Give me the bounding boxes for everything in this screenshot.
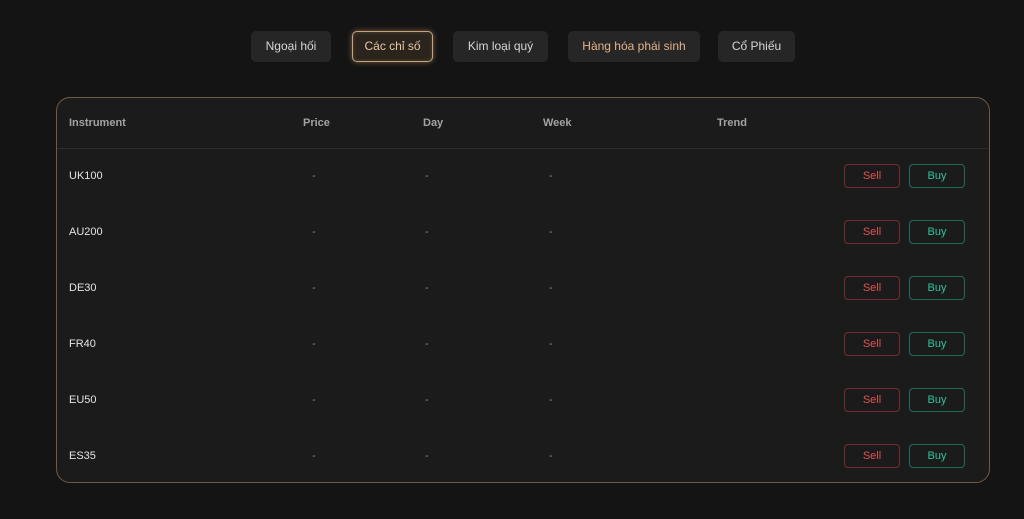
tab-hang-hoa-phai-sinh[interactable]: Hàng hóa phái sinh	[568, 31, 700, 62]
day-value: -	[425, 394, 429, 406]
table-row: FR40 - - - Sell Buy	[57, 316, 989, 372]
buy-button[interactable]: Buy	[909, 388, 965, 412]
price-value: -	[312, 450, 316, 462]
buy-button[interactable]: Buy	[909, 444, 965, 468]
instrument-name: UK100	[69, 170, 103, 182]
week-value: -	[549, 170, 553, 182]
category-tabs: Ngoại hối Các chỉ số Kim loại quý Hàng h…	[0, 31, 1024, 62]
day-value: -	[425, 282, 429, 294]
price-value: -	[312, 338, 316, 350]
week-value: -	[549, 226, 553, 238]
week-value: -	[549, 282, 553, 294]
header-day: Day	[423, 117, 444, 129]
instrument-name: ES35	[69, 450, 96, 462]
header-price: Price	[303, 117, 330, 129]
header-instrument: Instrument	[69, 117, 126, 129]
table-row: AU200 - - - Sell Buy	[57, 204, 989, 260]
buy-button[interactable]: Buy	[909, 220, 965, 244]
table-row: EU50 - - - Sell Buy	[57, 372, 989, 428]
table-row: UK100 - - - Sell Buy	[57, 148, 989, 204]
buy-button[interactable]: Buy	[909, 332, 965, 356]
tab-kim-loai-quy[interactable]: Kim loại quý	[453, 31, 548, 62]
instrument-name: DE30	[69, 282, 97, 294]
price-value: -	[312, 170, 316, 182]
sell-button[interactable]: Sell	[844, 164, 900, 188]
week-value: -	[549, 338, 553, 350]
day-value: -	[425, 450, 429, 462]
table-row: ES35 - - - Sell Buy	[57, 428, 989, 482]
sell-button[interactable]: Sell	[844, 220, 900, 244]
instrument-name: EU50	[69, 394, 97, 406]
buy-button[interactable]: Buy	[909, 276, 965, 300]
instrument-name: AU200	[69, 226, 103, 238]
sell-button[interactable]: Sell	[844, 276, 900, 300]
instrument-name: FR40	[69, 338, 96, 350]
tab-ngoai-hoi[interactable]: Ngoại hối	[251, 31, 331, 62]
sell-button[interactable]: Sell	[844, 332, 900, 356]
day-value: -	[425, 338, 429, 350]
tab-co-phieu[interactable]: Cổ Phiếu	[718, 31, 795, 62]
week-value: -	[549, 394, 553, 406]
table-header: Instrument Price Day Week Trend	[57, 98, 989, 149]
buy-button[interactable]: Buy	[909, 164, 965, 188]
day-value: -	[425, 170, 429, 182]
week-value: -	[549, 450, 553, 462]
header-trend: Trend	[717, 117, 747, 129]
header-week: Week	[543, 117, 572, 129]
day-value: -	[425, 226, 429, 238]
instruments-table: Instrument Price Day Week Trend UK100 - …	[56, 97, 990, 483]
table-row: DE30 - - - Sell Buy	[57, 260, 989, 316]
sell-button[interactable]: Sell	[844, 444, 900, 468]
price-value: -	[312, 394, 316, 406]
tab-cac-chi-so[interactable]: Các chỉ số	[352, 31, 433, 62]
price-value: -	[312, 282, 316, 294]
price-value: -	[312, 226, 316, 238]
sell-button[interactable]: Sell	[844, 388, 900, 412]
